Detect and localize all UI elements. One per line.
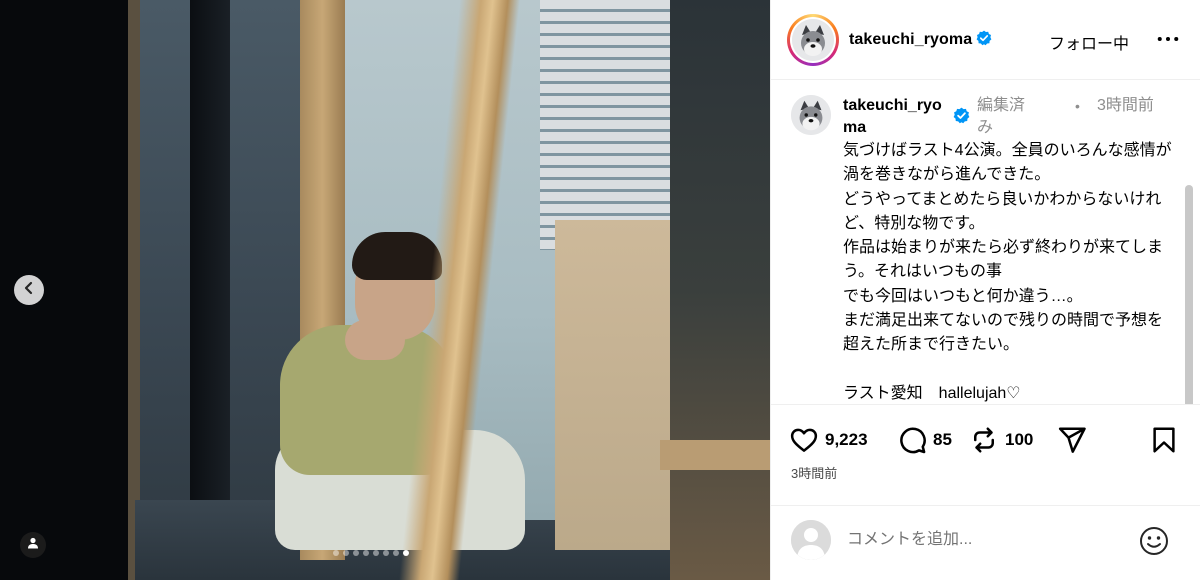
photo-striped-towel <box>540 0 670 250</box>
default-user-icon <box>791 520 831 560</box>
smiley-face-icon <box>1140 527 1168 555</box>
photo-person-hands <box>345 320 405 360</box>
user-tag-icon <box>26 536 40 555</box>
caption-text: 気づけばラスト4公演。全員のいろんな感情が渦を巻きながら進んできた。 どうやって… <box>843 142 1172 402</box>
photo-person-hair <box>352 232 442 280</box>
carousel-dot <box>393 550 399 556</box>
heart-icon <box>790 428 818 452</box>
emoji-button[interactable] <box>1139 526 1169 556</box>
more-horizontal-icon <box>1157 36 1179 42</box>
carousel-dot <box>383 550 389 556</box>
repost-count[interactable]: 100 <box>1005 430 1033 450</box>
comment-count[interactable]: 85 <box>933 430 952 450</box>
like-count[interactable]: 9,223 <box>825 430 868 450</box>
carousel-dot <box>333 550 339 556</box>
photo-door-edge <box>128 0 140 580</box>
caption-avatar[interactable] <box>791 95 831 135</box>
bookmark-icon <box>1153 427 1175 453</box>
photo-curtain <box>190 0 230 560</box>
dog-avatar-icon <box>792 19 834 61</box>
photo-wooden-shelf <box>660 440 770 470</box>
add-comment-row <box>771 505 1200 580</box>
header-username-text[interactable]: takeuchi_ryoma <box>849 31 972 48</box>
verified-badge-icon <box>953 107 970 124</box>
action-bar: 9,223 85 100 <box>771 420 1200 460</box>
caption-section[interactable]: takeuchi_ryoma 編集済み • 3時間前 気づけばラスト4公演。全員… <box>771 81 1200 405</box>
repost-button[interactable]: 100 <box>969 420 1033 460</box>
meta-separator: • <box>1075 98 1080 114</box>
post-side-panel: takeuchi_ryoma フォロー中 takeuchi_ryoma 編集済み <box>770 0 1200 580</box>
post-photo <box>0 0 770 580</box>
chevron-left-icon <box>22 281 36 300</box>
save-button[interactable] <box>1149 420 1179 460</box>
dog-avatar-icon <box>791 95 831 135</box>
header-username[interactable]: takeuchi_ryoma <box>849 30 992 49</box>
caption-username[interactable]: takeuchi_ryoma <box>843 95 951 139</box>
carousel-indicator <box>333 550 409 556</box>
carousel-dot <box>363 550 369 556</box>
repost-icon <box>974 427 994 453</box>
carousel-prev-button[interactable] <box>14 275 44 305</box>
comment-input[interactable] <box>847 528 1127 552</box>
edited-label: 編集済み <box>977 97 1026 136</box>
carousel-dot <box>403 550 409 556</box>
following-button[interactable]: フォロー中 <box>1049 30 1129 54</box>
tagged-users-button[interactable] <box>20 532 46 558</box>
caption-timestamp[interactable]: 3時間前 <box>1097 95 1157 117</box>
post-header: takeuchi_ryoma フォロー中 <box>771 0 1200 80</box>
more-options-button[interactable] <box>1155 28 1181 50</box>
like-button[interactable]: 9,223 <box>789 420 868 460</box>
photo-cloth <box>555 220 675 550</box>
carousel-dot <box>353 550 359 556</box>
post-timestamp[interactable]: 3時間前 <box>791 463 837 482</box>
send-icon <box>1058 427 1086 453</box>
carousel-dot <box>373 550 379 556</box>
carousel-dot <box>343 550 349 556</box>
share-button[interactable] <box>1057 420 1087 460</box>
verified-badge-icon <box>976 30 992 46</box>
comment-button[interactable]: 85 <box>897 420 952 460</box>
current-user-avatar <box>791 520 831 560</box>
caption-scrollbar[interactable] <box>1185 185 1193 404</box>
comment-bubble-icon <box>900 427 926 454</box>
photo-right-shelves <box>670 0 770 580</box>
avatar[interactable] <box>787 14 839 66</box>
